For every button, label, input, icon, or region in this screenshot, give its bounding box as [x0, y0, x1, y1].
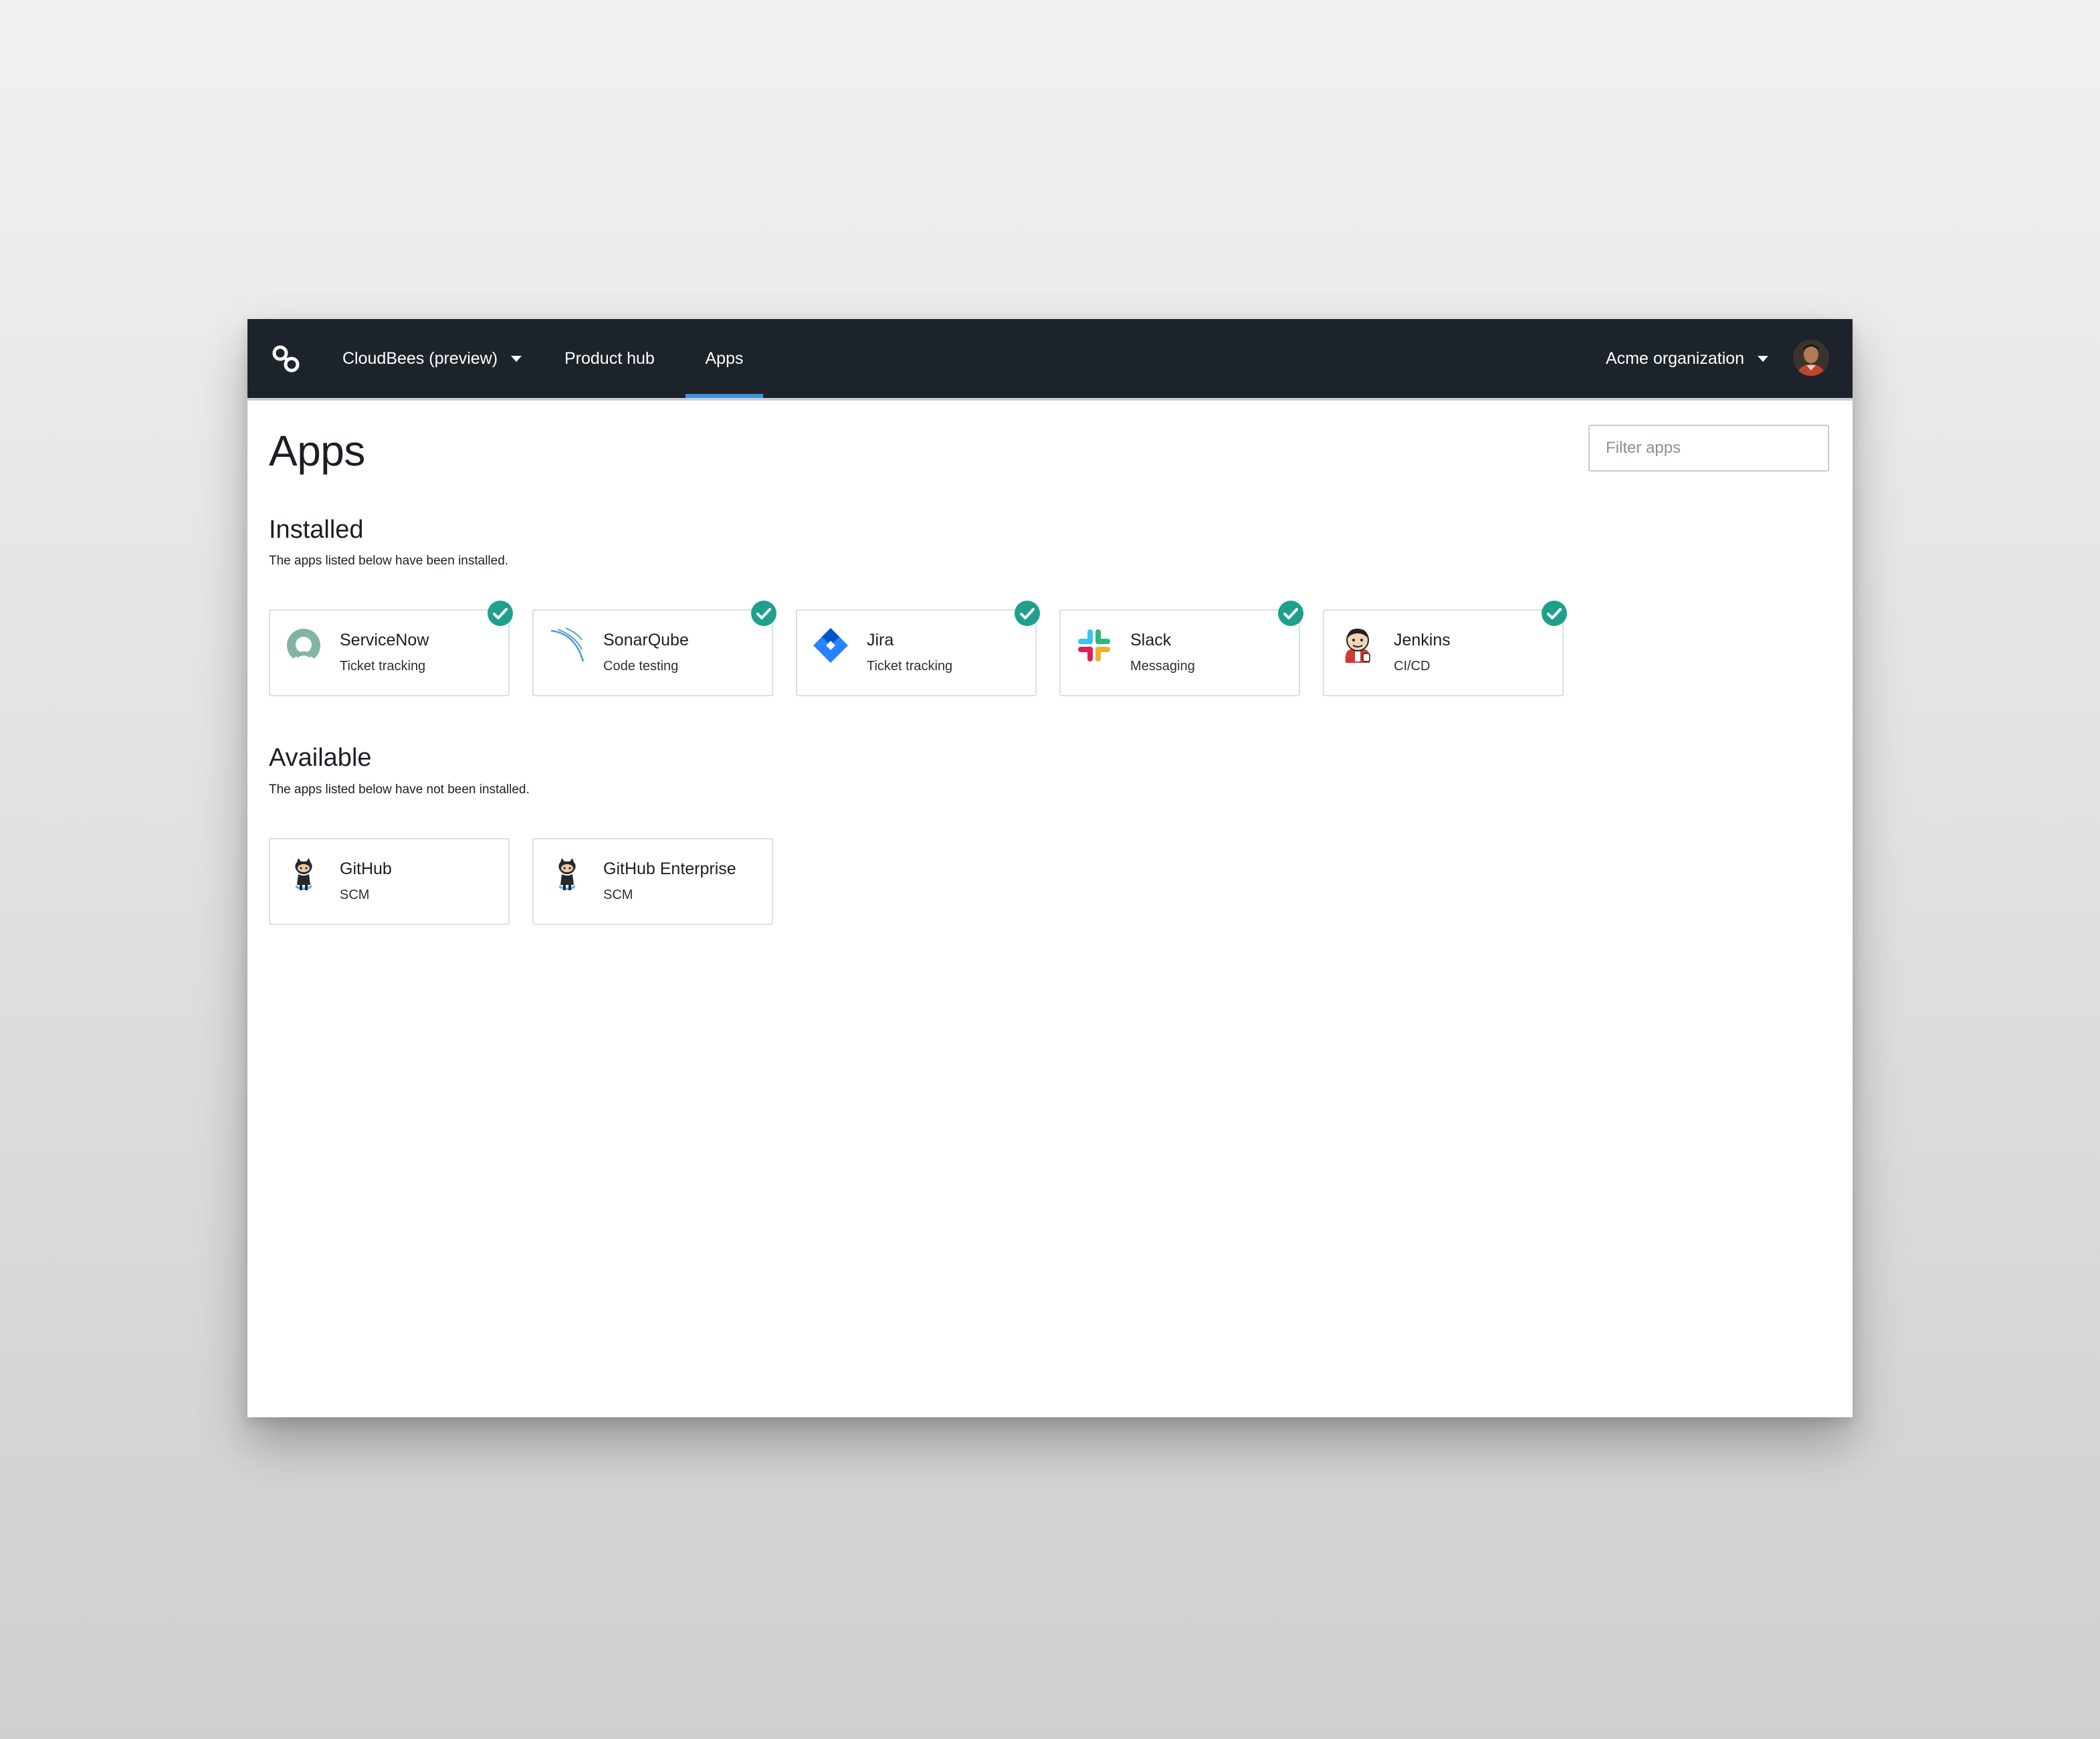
app-category: Code testing [603, 659, 679, 674]
top-navigation: CloudBees (preview) Product hub Apps Acm… [247, 319, 1853, 401]
app-name: ServiceNow [340, 631, 429, 649]
app-name: GitHub [340, 859, 392, 878]
nav-product-hub[interactable]: Product hub [564, 319, 655, 398]
page-title: Apps [269, 427, 365, 475]
servicenow-icon [286, 629, 321, 662]
cloudbees-logo-icon[interactable] [270, 343, 302, 375]
product-switcher-label: CloudBees (preview) [342, 348, 498, 368]
sonarqube-icon [550, 627, 585, 662]
installed-check-icon [751, 601, 776, 626]
installed-check-icon [1542, 601, 1567, 626]
slack-icon [1078, 629, 1110, 661]
nav-product-hub-label: Product hub [564, 348, 655, 368]
chevron-down-icon [1758, 355, 1769, 362]
user-avatar[interactable] [1793, 340, 1829, 376]
app-card-servicenow[interactable]: ServiceNow Ticket tracking [269, 601, 513, 696]
installed-section-description: The apps listed below have been installe… [269, 554, 509, 568]
installed-check-icon [1015, 601, 1040, 626]
app-name: Slack [1130, 631, 1172, 649]
app-name: Jenkins [1394, 631, 1451, 649]
installed-section-title: Installed [269, 516, 364, 544]
app-name: Jira [867, 631, 894, 649]
installed-check-icon [1278, 601, 1303, 626]
app-name: GitHub Enterprise [603, 859, 736, 878]
app-category: SCM [340, 888, 370, 902]
app-card-jira[interactable]: Jira Ticket tracking [796, 601, 1040, 696]
filter-apps-input[interactable] [1588, 425, 1829, 472]
product-switcher[interactable]: CloudBees (preview) [342, 319, 522, 398]
user-avatar-icon [1793, 340, 1829, 376]
nav-apps[interactable]: Apps [686, 319, 763, 398]
app-card-github-enterprise[interactable]: GitHub Enterprise SCM [532, 838, 773, 925]
installed-check-icon [488, 601, 513, 626]
nav-apps-label: Apps [705, 348, 744, 368]
app-card-github[interactable]: GitHub SCM [269, 838, 510, 925]
active-tab-indicator [686, 394, 763, 398]
app-window: CloudBees (preview) Product hub Apps Acm… [247, 319, 1853, 1417]
app-category: Messaging [1130, 659, 1195, 674]
app-category: CI/CD [1394, 659, 1431, 674]
github-icon [295, 858, 312, 890]
chevron-down-icon [511, 355, 522, 362]
app-category: Ticket tracking [340, 659, 426, 674]
jenkins-icon [1345, 628, 1370, 663]
app-name: SonarQube [603, 631, 689, 649]
organization-label: Acme organization [1606, 348, 1745, 368]
organization-switcher[interactable]: Acme organization [1606, 319, 1769, 398]
available-section-description: The apps listed below have not been inst… [269, 783, 530, 797]
app-card-jenkins[interactable]: Jenkins CI/CD [1323, 601, 1567, 696]
app-category: Ticket tracking [867, 659, 953, 674]
app-category: SCM [603, 888, 633, 902]
app-card-slack[interactable]: Slack Messaging [1059, 601, 1303, 696]
available-section-title: Available [269, 744, 372, 772]
github-icon [558, 858, 576, 890]
jira-icon [813, 628, 848, 663]
app-card-sonarqube[interactable]: SonarQube Code testing [532, 601, 776, 696]
